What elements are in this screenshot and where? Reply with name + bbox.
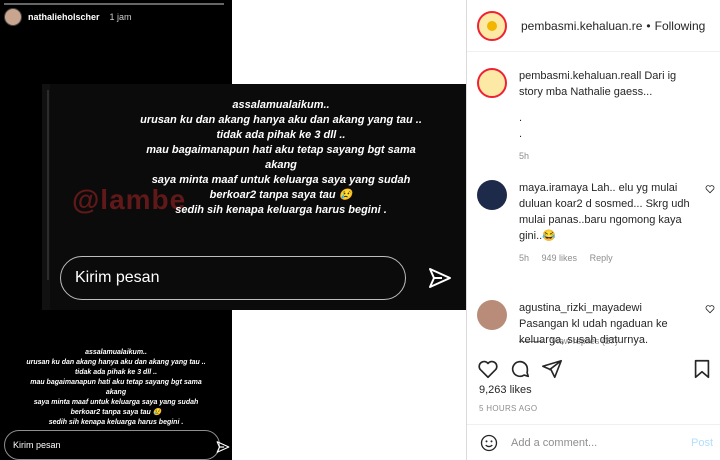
likes-count[interactable]: 9,263 likes xyxy=(479,384,532,396)
post-header: pembasmi.kehaluan.re • Following xyxy=(467,0,720,52)
post-timestamp: 5 HOURS AGO xyxy=(479,404,538,413)
avatar[interactable] xyxy=(477,300,507,330)
caption-line: tidak ada pihak ke 3 dll .. xyxy=(216,129,346,141)
comment-username[interactable]: maya.iramaya xyxy=(519,182,588,194)
comment-time: 5h xyxy=(519,151,530,161)
comment-likes[interactable]: 949 likes xyxy=(542,253,578,263)
author-avatar[interactable] xyxy=(477,10,507,41)
screenshot-edge xyxy=(42,84,50,310)
story-caption: assalamualaikum.. urusan ku dan akang ha… xyxy=(0,348,232,428)
add-comment-bar: Add a comment... Post xyxy=(467,424,720,460)
like-comment-icon[interactable] xyxy=(705,304,715,314)
reply-button[interactable]: Reply xyxy=(590,253,613,263)
emoji-icon[interactable] xyxy=(479,433,499,453)
post-button[interactable]: Post xyxy=(691,437,713,449)
comment-time: 5h xyxy=(519,253,530,263)
story-message-input: Kirim pesan xyxy=(4,430,220,460)
comment-text: Pasangan kl udah ngaduan ke keluarga, su… xyxy=(519,318,668,346)
zoomed-message-input: Kirim pesan xyxy=(60,256,406,300)
story-header: nathalieholscher 1 jam xyxy=(4,8,132,26)
avatar[interactable] xyxy=(477,180,507,210)
caption-line: mau bagaimanapun hati aku tetap sayang b… xyxy=(146,144,416,156)
send-icon xyxy=(429,268,451,288)
comment-icon[interactable] xyxy=(509,358,531,380)
author-username[interactable]: pembasmi.kehaluan.re xyxy=(521,19,642,33)
comment-username[interactable]: pembasmi.kehaluan.reall xyxy=(519,70,641,82)
comment-dot: . xyxy=(519,128,523,140)
story-time: 1 jam xyxy=(109,12,132,22)
story-line: assalamualaikum.. xyxy=(85,349,147,356)
comment-username[interactable]: agustina_rizki_mayadewi xyxy=(519,302,642,314)
story-line: saya minta maaf untuk keluarga saya yang… xyxy=(33,399,199,406)
zoomed-story-caption: assalamualaikum.. urusan ku dan akang ha… xyxy=(96,98,466,218)
avatar[interactable] xyxy=(477,68,507,98)
story-line: mau bagaimanapun hati aku tetap sayang b… xyxy=(30,379,202,386)
story-line: sedih sih kenapa keluarga harus begini . xyxy=(48,419,184,426)
caption-line: saya minta maaf untuk keluarga saya yang… xyxy=(151,174,411,186)
heart-icon[interactable] xyxy=(477,358,499,380)
action-bar xyxy=(467,352,720,382)
story-avatar xyxy=(4,8,22,26)
story-username: nathalieholscher xyxy=(28,12,100,22)
story-progress-bar xyxy=(4,3,224,5)
like-comment-icon[interactable] xyxy=(705,184,715,194)
post-media: nathalieholscher 1 jam assalamualaikum..… xyxy=(0,0,466,460)
story-line: berkoar2 tanpa saya tau 😢 xyxy=(70,409,162,416)
caption-line: akang xyxy=(265,159,297,171)
share-icon[interactable] xyxy=(541,358,563,380)
add-comment-input[interactable]: Add a comment... xyxy=(511,437,691,449)
caption-line: urusan ku dan akang hanya aku dan akang … xyxy=(140,114,422,126)
zoomed-story-screenshot: @lambe assalamualaikum.. urusan ku dan a… xyxy=(42,84,466,310)
comment-item: maya.iramaya Lah.. elu yg mulai duluan k… xyxy=(477,180,717,263)
story-line: tidak ada pihak ke 3 dll .. xyxy=(74,369,158,376)
caption-comment: pembasmi.kehaluan.reall Dari ig story mb… xyxy=(477,68,717,168)
story-line: urusan ku dan akang hanya aku dan akang … xyxy=(26,359,206,366)
caption-line: sedih sih kenapa keluarga harus begini . xyxy=(175,204,387,216)
comment-item: agustina_rizki_mayadewi Pasangan kl udah… xyxy=(477,300,717,360)
story-line: akang xyxy=(105,389,127,396)
comment-dot: . xyxy=(519,112,523,124)
caption-line: assalamualaikum.. xyxy=(232,99,330,111)
post-side-panel: pembasmi.kehaluan.re • Following pembasm… xyxy=(466,0,720,460)
bookmark-icon[interactable] xyxy=(691,358,713,380)
send-icon xyxy=(216,441,230,453)
following-button[interactable]: Following xyxy=(655,19,706,33)
caption-line: berkoar2 tanpa saya tau 😢 xyxy=(209,189,353,201)
separator-dot: • xyxy=(646,18,651,33)
